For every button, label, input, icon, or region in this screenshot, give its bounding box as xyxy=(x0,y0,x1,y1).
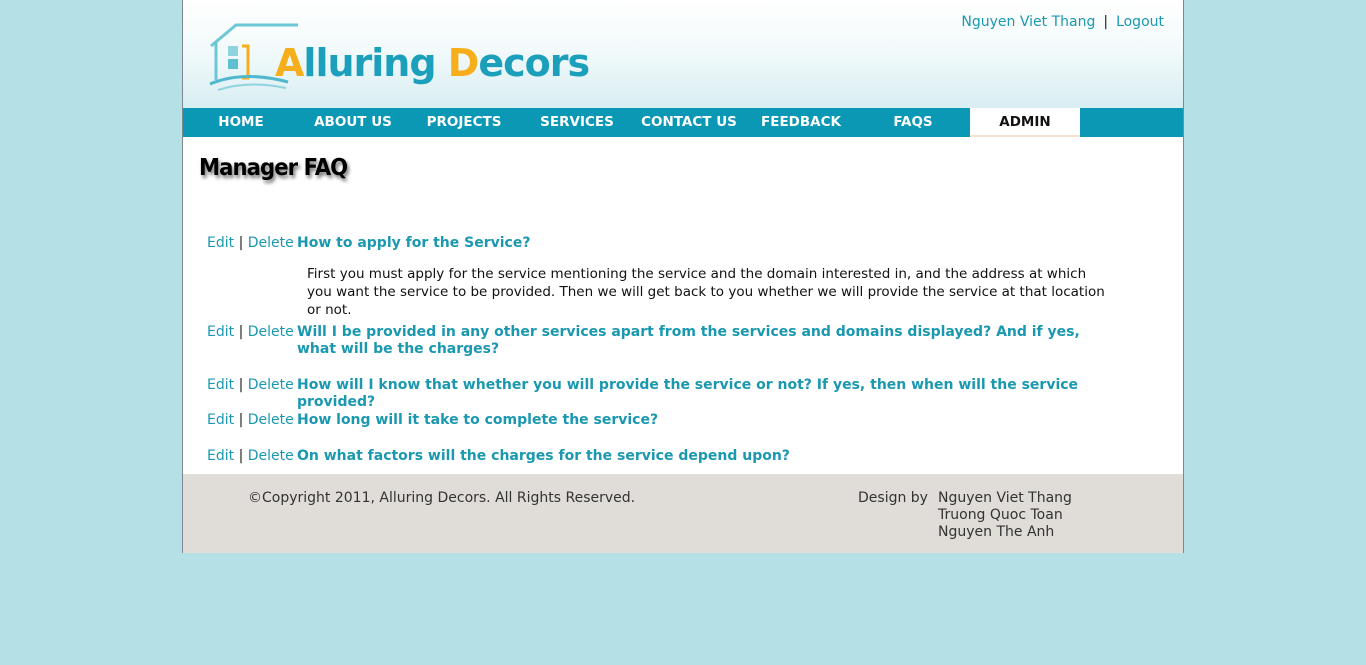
nav-home[interactable]: HOME xyxy=(191,108,291,137)
faq-actions: Edit | Delete xyxy=(207,235,294,251)
user-bar-separator: | xyxy=(1103,14,1109,30)
faq-question[interactable]: Will I be provided in any other services… xyxy=(297,324,1097,358)
nav-admin[interactable]: ADMIN xyxy=(970,108,1080,137)
faq-answer: First you must apply for the service men… xyxy=(307,266,1105,318)
edit-link[interactable]: Edit xyxy=(207,448,234,464)
action-separator: | xyxy=(238,235,244,251)
delete-link[interactable]: Delete xyxy=(248,377,294,393)
faq-actions: Edit | Delete xyxy=(207,448,294,464)
copyright-text: ©Copyright 2011, Alluring Decors. All Ri… xyxy=(248,490,636,506)
designer-name: Nguyen Viet Thang xyxy=(938,490,1072,506)
faq-actions: Edit | Delete xyxy=(207,324,294,340)
nav-faqs[interactable]: FAQS xyxy=(863,108,963,137)
edit-link[interactable]: Edit xyxy=(207,377,234,393)
faq-question[interactable]: How will I know that whether you will pr… xyxy=(297,377,1097,411)
action-separator: | xyxy=(238,324,244,340)
header: Alluring Decors Nguyen Viet Thang | Logout xyxy=(183,0,1183,108)
nav-feedback[interactable]: FEEDBACK xyxy=(751,108,851,137)
edit-link[interactable]: Edit xyxy=(207,235,234,251)
nav-services[interactable]: SERVICES xyxy=(527,108,627,137)
delete-link[interactable]: Delete xyxy=(248,412,294,428)
page-title: Manager FAQ xyxy=(199,155,348,181)
main-nav: HOME ABOUT US PROJECTS SERVICES CONTACT … xyxy=(183,108,1183,137)
designer-name: Nguyen The Anh xyxy=(938,524,1055,540)
user-bar: Nguyen Viet Thang | Logout xyxy=(961,14,1164,30)
delete-link[interactable]: Delete xyxy=(248,448,294,464)
design-by-label: Design by xyxy=(858,490,928,506)
nav-about-us[interactable]: ABOUT US xyxy=(303,108,403,137)
user-name-link[interactable]: Nguyen Viet Thang xyxy=(961,14,1095,30)
footer: ©Copyright 2011, Alluring Decors. All Ri… xyxy=(183,474,1183,553)
nav-projects[interactable]: PROJECTS xyxy=(414,108,514,137)
edit-link[interactable]: Edit xyxy=(207,412,234,428)
faq-question[interactable]: How long will it take to complete the se… xyxy=(297,412,1097,429)
action-separator: | xyxy=(238,412,244,428)
faq-question[interactable]: On what factors will the charges for the… xyxy=(297,448,1097,465)
designer-name: Truong Quoc Toan xyxy=(938,507,1063,523)
action-separator: | xyxy=(238,377,244,393)
delete-link[interactable]: Delete xyxy=(248,324,294,340)
faq-question[interactable]: How to apply for the Service? xyxy=(297,235,1097,252)
edit-link[interactable]: Edit xyxy=(207,324,234,340)
faq-actions: Edit | Delete xyxy=(207,412,294,428)
delete-link[interactable]: Delete xyxy=(248,235,294,251)
designers-list: Nguyen Viet Thang Truong Quoc Toan Nguye… xyxy=(938,490,1072,541)
action-separator: | xyxy=(238,448,244,464)
logout-link[interactable]: Logout xyxy=(1116,14,1164,30)
site-logo[interactable]: Alluring Decors xyxy=(208,22,590,94)
logo-wordmark: Alluring Decors xyxy=(275,41,590,85)
page-container: Alluring Decors Nguyen Viet Thang | Logout… xyxy=(182,0,1184,553)
faq-actions: Edit | Delete xyxy=(207,377,294,393)
nav-contact-us[interactable]: CONTACT US xyxy=(635,108,743,137)
